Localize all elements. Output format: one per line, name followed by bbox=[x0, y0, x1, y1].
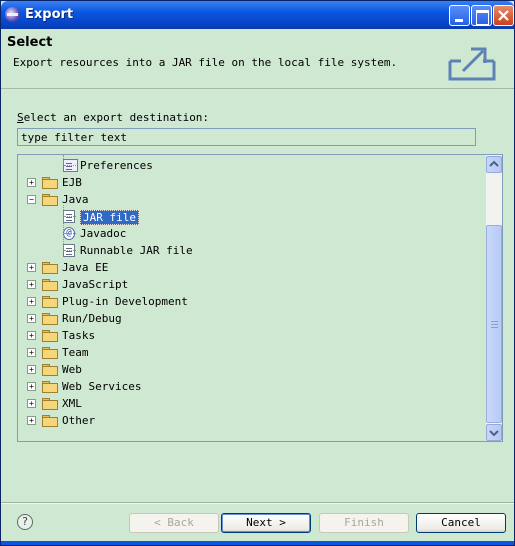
expand-icon[interactable]: + bbox=[27, 178, 36, 187]
tree-item-label: Java EE bbox=[62, 261, 109, 274]
tree-item[interactable]: + Java EE bbox=[18, 259, 478, 276]
scrollbar-thumb[interactable] bbox=[486, 225, 502, 423]
tree-item-label: XML bbox=[62, 397, 82, 410]
tree-item-label: JavaScript bbox=[62, 278, 129, 291]
expand-icon[interactable]: + bbox=[27, 416, 36, 425]
expand-icon[interactable]: + bbox=[27, 280, 36, 289]
expand-icon[interactable]: + bbox=[27, 297, 36, 306]
tree-item[interactable]: Preferences bbox=[18, 157, 478, 174]
folder-icon bbox=[42, 415, 58, 427]
filter-input[interactable]: type filter text bbox=[17, 128, 476, 146]
window-bottom-border bbox=[1, 541, 514, 545]
folder-icon bbox=[42, 177, 58, 189]
tree-connector bbox=[64, 165, 76, 166]
tree-connector bbox=[64, 233, 76, 234]
tree-item[interactable]: Runnable JAR file bbox=[18, 242, 478, 259]
expand-icon[interactable]: + bbox=[27, 399, 36, 408]
destination-label: Select an export destination: bbox=[17, 111, 210, 124]
cancel-button[interactable]: Cancel bbox=[416, 513, 506, 533]
tree-item[interactable]: + EJB bbox=[18, 174, 478, 191]
tree-item-label: Preferences bbox=[80, 159, 153, 172]
tree-connector bbox=[63, 155, 64, 165]
tree-item[interactable]: JAR file bbox=[18, 208, 478, 225]
folder-icon bbox=[42, 364, 58, 376]
tree-item-label: Run/Debug bbox=[62, 312, 122, 325]
folder-icon bbox=[42, 296, 58, 308]
tree-item[interactable]: − Java bbox=[18, 191, 478, 208]
tree-item[interactable]: @ Javadoc bbox=[18, 225, 478, 242]
eclipse-icon bbox=[5, 7, 20, 22]
tree-item-label: JAR file bbox=[80, 210, 139, 225]
tree-item[interactable]: + Other bbox=[18, 412, 478, 429]
tree-item-label: Plug-in Development bbox=[62, 295, 188, 308]
expand-icon[interactable]: + bbox=[27, 263, 36, 272]
tree-item[interactable]: + Team bbox=[18, 344, 478, 361]
tree-item[interactable]: + Run/Debug bbox=[18, 310, 478, 327]
tree-connector bbox=[64, 250, 76, 251]
folder-icon bbox=[42, 398, 58, 410]
folder-icon bbox=[42, 262, 58, 274]
folder-icon bbox=[42, 194, 58, 206]
tree-item-label: Web bbox=[62, 363, 82, 376]
expand-icon[interactable]: + bbox=[27, 331, 36, 340]
folder-icon bbox=[42, 313, 58, 325]
tree-item-label: Tasks bbox=[62, 329, 96, 342]
tree-item-label: Runnable JAR file bbox=[80, 244, 193, 257]
page-description: Export resources into a JAR file on the … bbox=[13, 56, 398, 69]
expand-icon[interactable]: + bbox=[27, 382, 36, 391]
export-wizard-icon bbox=[448, 47, 496, 81]
maximize-button[interactable] bbox=[471, 5, 492, 26]
expand-icon[interactable]: + bbox=[27, 365, 36, 374]
tree-item-label: EJB bbox=[62, 176, 82, 189]
tree-item-label: Web Services bbox=[62, 380, 142, 393]
tree-item-label: Java bbox=[62, 193, 89, 206]
scroll-up-button[interactable] bbox=[486, 156, 502, 173]
collapse-icon[interactable]: − bbox=[27, 195, 36, 204]
folder-icon bbox=[42, 279, 58, 291]
scroll-down-button[interactable] bbox=[486, 424, 502, 441]
tree-item[interactable]: + Web Services bbox=[18, 378, 478, 395]
next-button[interactable]: Next > bbox=[221, 513, 311, 533]
export-destination-tree[interactable]: Preferences + EJB − Java JAR file @ Javadoc Runn… bbox=[17, 154, 503, 442]
close-icon bbox=[498, 10, 509, 21]
chevron-down-icon bbox=[489, 430, 499, 437]
export-dialog: Export Select Export resources into a JA… bbox=[0, 0, 515, 546]
chevron-up-icon bbox=[489, 160, 499, 167]
back-button[interactable]: < Back bbox=[129, 513, 219, 533]
close-button[interactable] bbox=[493, 5, 514, 26]
folder-icon bbox=[42, 381, 58, 393]
tree-item[interactable]: + XML bbox=[18, 395, 478, 412]
tree-item[interactable]: + JavaScript bbox=[18, 276, 478, 293]
window-title: Export bbox=[25, 7, 74, 22]
tree-item-label: Javadoc bbox=[80, 227, 127, 240]
wizard-header: Select Export resources into a JAR file … bbox=[1, 29, 514, 89]
tree-item-label: Team bbox=[62, 346, 89, 359]
tree-connector bbox=[63, 205, 64, 252]
finish-button[interactable]: Finish bbox=[319, 513, 409, 533]
title-bar[interactable]: Export bbox=[1, 1, 514, 29]
folder-icon bbox=[42, 347, 58, 359]
tree-item[interactable]: + Tasks bbox=[18, 327, 478, 344]
tree-connector bbox=[64, 216, 76, 217]
grip-icon bbox=[491, 321, 498, 328]
help-icon[interactable]: ? bbox=[17, 514, 33, 530]
tree-item-label: Other bbox=[62, 414, 96, 427]
minimize-button[interactable] bbox=[449, 5, 470, 26]
expand-icon[interactable]: + bbox=[27, 314, 36, 323]
button-separator bbox=[1, 502, 514, 504]
page-title: Select bbox=[7, 35, 53, 50]
folder-icon bbox=[42, 330, 58, 342]
tree-item[interactable]: + Plug-in Development bbox=[18, 293, 478, 310]
expand-icon[interactable]: + bbox=[27, 348, 36, 357]
tree-item[interactable]: + Web bbox=[18, 361, 478, 378]
